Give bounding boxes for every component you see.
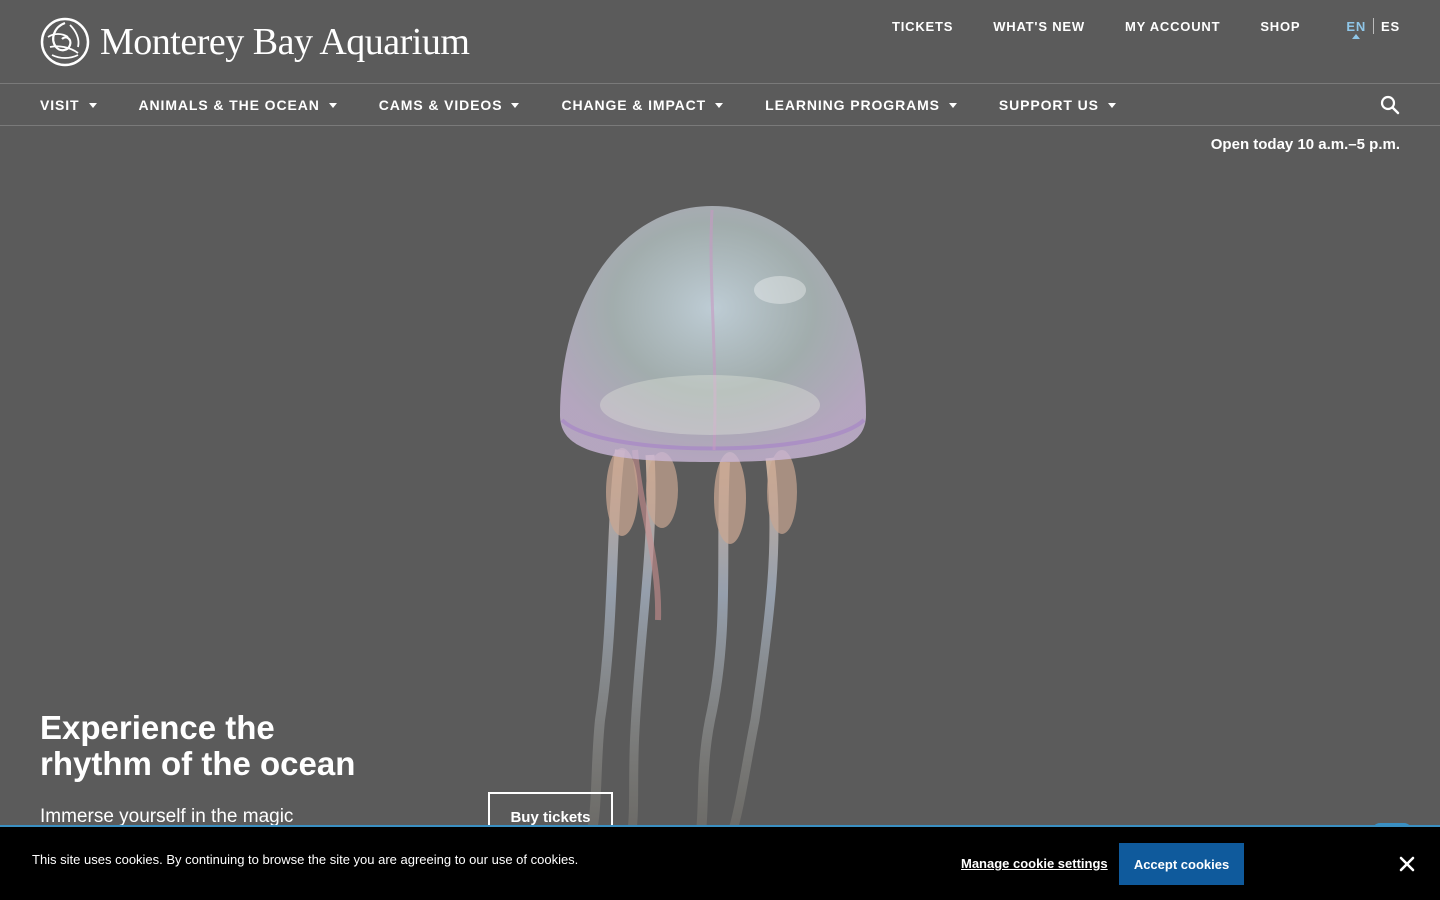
hero-title: Experience the rhythm of the ocean	[40, 710, 460, 782]
close-icon[interactable]	[1398, 855, 1416, 873]
site-name: Monterey Bay Aquarium	[100, 21, 470, 63]
language-es[interactable]: ES	[1381, 19, 1400, 34]
caret-down-icon	[88, 102, 97, 108]
accept-cookies-button[interactable]: Accept cookies	[1119, 843, 1244, 885]
nav-item-visit[interactable]: VISIT	[40, 97, 97, 113]
caret-down-icon	[715, 102, 724, 108]
search-icon[interactable]	[1380, 95, 1400, 115]
language-en[interactable]: EN	[1346, 18, 1367, 39]
nav-item-cams-videos[interactable]: CAMS & VIDEOS	[379, 97, 520, 113]
nav-item-support-us[interactable]: SUPPORT US	[999, 97, 1116, 113]
cookie-banner: This site uses cookies. By continuing to…	[0, 825, 1440, 900]
nav-item-label: CAMS & VIDEOS	[378, 97, 503, 113]
util-link-tickets[interactable]: TICKETS	[892, 19, 953, 34]
nav-item-label: VISIT	[40, 97, 80, 113]
utility-nav: TICKETS WHAT'S NEW MY ACCOUNT SHOP EN ES	[892, 18, 1400, 39]
nav-item-animals-ocean[interactable]: ANIMALS & THE OCEAN	[139, 97, 337, 113]
caret-down-icon	[948, 102, 957, 108]
caret-down-icon	[511, 102, 520, 108]
util-link-my-account[interactable]: MY ACCOUNT	[1125, 19, 1220, 34]
nav-item-label: LEARNING PROGRAMS	[765, 97, 940, 113]
nav-item-label: ANIMALS & THE OCEAN	[138, 97, 320, 113]
nav-item-label: SUPPORT US	[998, 97, 1099, 113]
site-header: Monterey Bay Aquarium TICKETS WHAT'S NEW…	[0, 0, 1440, 84]
active-language-indicator-icon	[1352, 33, 1361, 39]
hero-title-line-2: rhythm of the ocean	[40, 745, 356, 782]
hero-text: Experience the rhythm of the ocean Immer…	[40, 710, 460, 828]
manage-cookie-settings-link[interactable]: Manage cookie settings	[961, 856, 1108, 871]
main-nav: VISIT ANIMALS & THE OCEAN CAMS & VIDEOS …	[0, 85, 1440, 126]
language-divider	[1373, 18, 1375, 34]
jellyfish-illustration	[560, 206, 866, 840]
site-logo[interactable]: Monterey Bay Aquarium	[40, 16, 470, 68]
util-link-whats-new[interactable]: WHAT'S NEW	[993, 19, 1085, 34]
nav-item-label: CHANGE & IMPACT	[561, 97, 707, 113]
language-en-label: EN	[1346, 18, 1367, 34]
cookie-message: This site uses cookies. By continuing to…	[32, 852, 579, 867]
spiral-shell-logo-icon	[40, 17, 90, 67]
util-link-shop[interactable]: SHOP	[1260, 19, 1300, 34]
hero-title-line-1: Experience the	[40, 709, 275, 746]
hours-today: Open today 10 a.m.–5 p.m.	[1210, 136, 1400, 153]
main-nav-list: VISIT ANIMALS & THE OCEAN CAMS & VIDEOS …	[40, 85, 1158, 125]
nav-item-change-impact[interactable]: CHANGE & IMPACT	[561, 97, 724, 113]
caret-down-icon	[1107, 102, 1116, 108]
caret-down-icon	[328, 102, 337, 108]
nav-item-learning-programs[interactable]: LEARNING PROGRAMS	[765, 97, 957, 113]
language-switcher: EN ES	[1346, 18, 1400, 39]
